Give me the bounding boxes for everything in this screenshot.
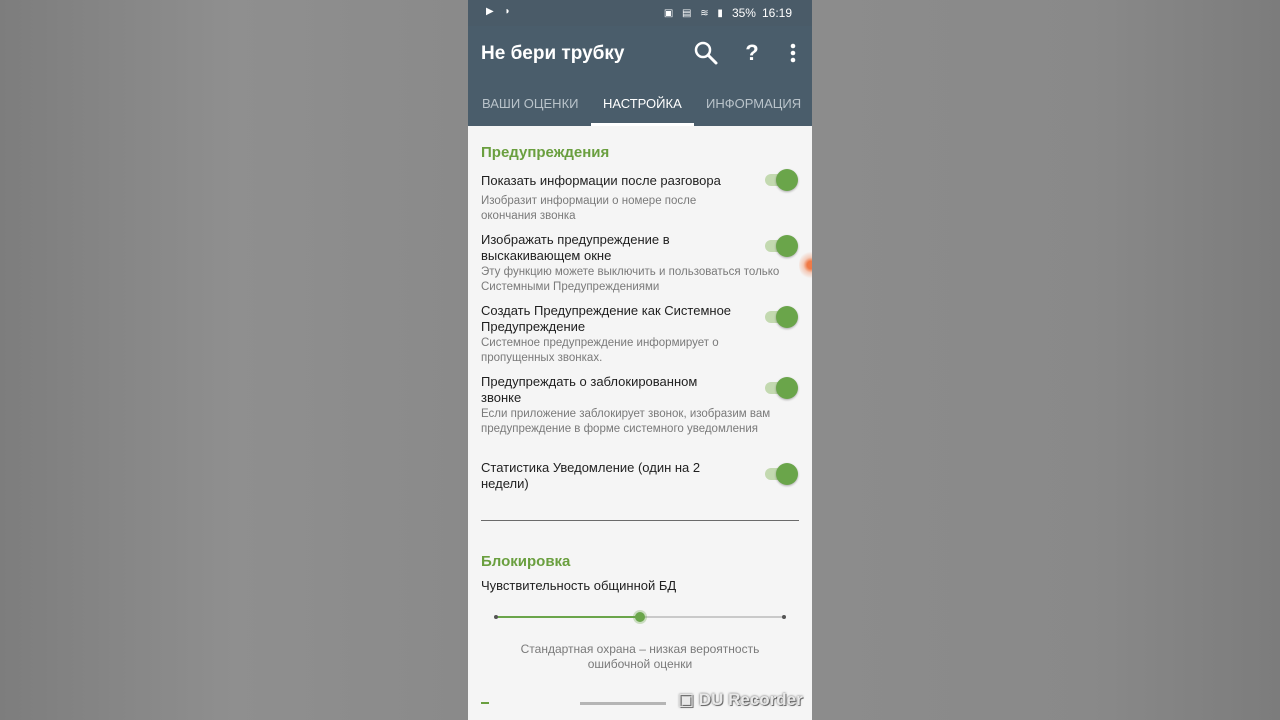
sensitivity-caption: Стандартная охрана – низкая вероятность … [520,642,760,671]
setting-title: Показать информации после разговора [481,173,721,188]
slider-tick [494,615,498,619]
setting-subtitle: Если приложение заблокирует звонок, изоб… [481,408,771,435]
section-title-warnings: Предупреждения [481,144,610,161]
toggle-switch[interactable] [765,462,799,486]
status-bar: ▶︎ ◗ ▣ ▤ ≋ ▮ 35% 16:19 [468,0,812,26]
setting-title: Создать Предупреждение как Системное Пре… [481,303,732,334]
sensitivity-slider[interactable] [494,611,786,623]
slider-fill [495,616,640,618]
slider-knob[interactable] [635,612,645,622]
partial-text-cut [580,702,666,705]
search-icon[interactable] [692,39,720,67]
toggle-switch[interactable] [765,305,799,329]
battery-percent: 35% [731,6,756,20]
tab-bar: ВАШИ ОЦЕНКИ НАСТРОЙКА ИНФОРМАЦИЯ [468,86,812,126]
slider-tick [782,615,786,619]
toggle-switch[interactable] [765,376,799,400]
recorder-watermark: ▣ DU Recorder [678,690,803,710]
tab-your-ratings[interactable]: ВАШИ ОЦЕНКИ [482,96,578,111]
toggle-switch[interactable] [765,234,799,258]
help-icon[interactable]: ? [738,39,766,67]
clock: 16:19 [761,6,792,20]
setting-title: Изображать предупреждение в выскакивающе… [481,232,670,263]
toggle-switch[interactable] [765,168,799,192]
tab-information[interactable]: ИНФОРМАЦИЯ [706,96,801,111]
sensitivity-label: Чувствительность общинной БД [481,578,677,593]
video-background-right [812,0,1280,720]
setting-subtitle: Системное предупреждение информирует о п… [481,337,719,364]
more-options-icon[interactable] [779,39,807,67]
video-background-left [0,0,468,720]
notification-icons: ▶︎ ◗ [486,6,515,17]
settings-list: Предупреждения Показать информации после… [468,126,812,720]
system-icons: ▣ ▤ ≋ ▮ [663,7,726,19]
partial-section-marker [481,702,489,704]
app-title: Не бери трубку [481,43,625,64]
tab-settings[interactable]: НАСТРОЙКА [603,96,682,111]
setting-title: Статистика Уведомление (один на 2 недели… [481,460,701,491]
setting-subtitle: Эту функцию можете выключить и пользоват… [481,266,780,293]
app-bar: Не бери трубку ? ВАШИ ОЦЕНКИ НАСТРОЙКА И… [468,26,812,126]
phone-screen: ▶︎ ◗ ▣ ▤ ≋ ▮ 35% 16:19 Не бери трубку ? … [468,0,812,720]
setting-subtitle: Изобразит информации о номере после окон… [481,195,697,222]
watermark-text: DU Recorder [698,690,803,709]
section-title-blocking: Блокировка [481,553,571,570]
section-divider [481,520,799,521]
camera-icon: ▣ [678,690,695,709]
setting-title: Предупреждать о заблокированном звонке [481,374,698,405]
